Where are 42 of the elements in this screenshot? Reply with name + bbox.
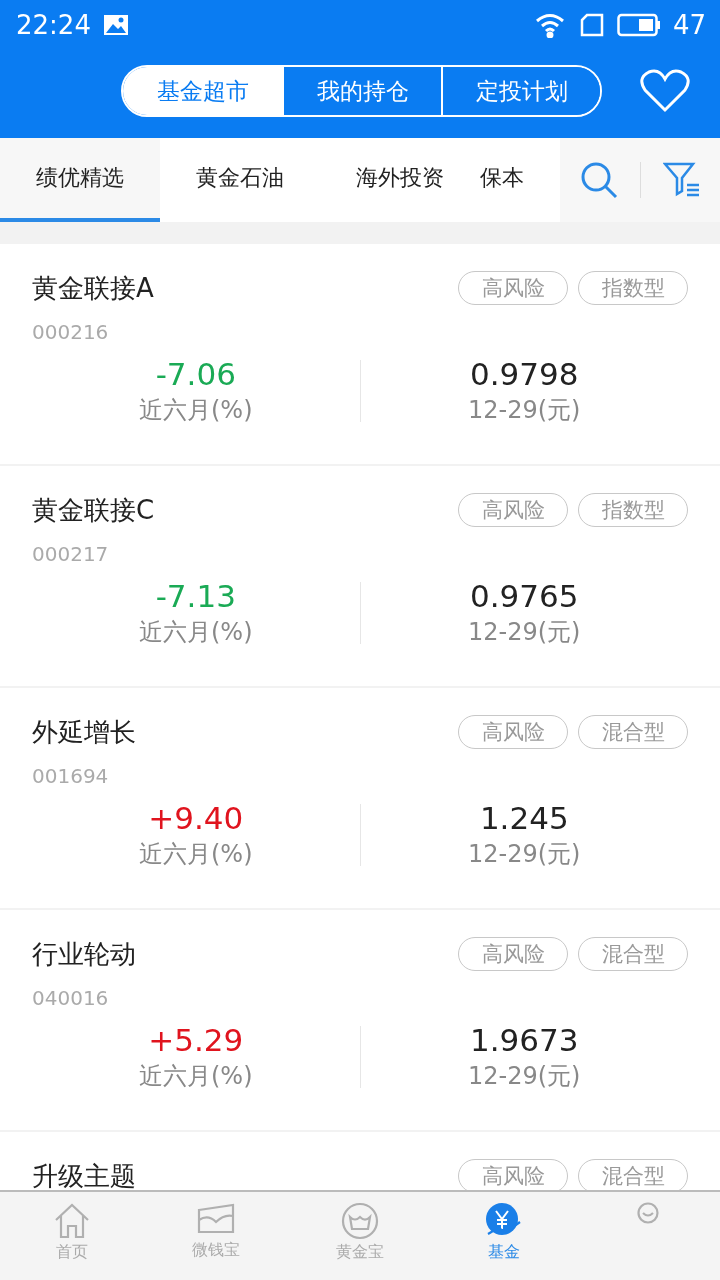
fund-code: 000216: [32, 320, 110, 346]
fund-code: 001694: [32, 764, 110, 790]
filter-icon[interactable]: [663, 161, 702, 199]
net-value-date: 12-29(元): [468, 1061, 581, 1092]
six-month-change: +9.40: [148, 800, 244, 836]
category-tab[interactable]: 绩优精选: [0, 138, 160, 222]
six-month-change: -7.06: [155, 356, 236, 392]
change-label: 近六月(%): [139, 839, 253, 870]
fund-name: 黄金联接A: [32, 271, 154, 305]
fund-card[interactable]: 升级主题 高风险 混合型: [0, 1132, 720, 1190]
net-value: 0.9765: [470, 578, 579, 614]
battery-icon: [616, 13, 661, 37]
fund-card[interactable]: 黄金联接C 高风险 指数型 000217 -7.13 近六月(%) 0.9765 12-29(元): [0, 466, 720, 686]
fund-code: 040016: [32, 986, 110, 1012]
fund-card[interactable]: 行业轮动 高风险 混合型 040016 +5.29 近六月(%) 1.9673 12-29(元): [0, 910, 720, 1130]
net-value: 0.9798: [470, 356, 579, 392]
six-month-change: -7.13: [155, 578, 236, 614]
sim-card-icon: [578, 13, 605, 37]
home-icon: [53, 1202, 91, 1240]
change-label: 近六月(%): [139, 617, 253, 648]
change-label: 近六月(%): [139, 395, 253, 426]
segment-tab[interactable]: 基金超市: [123, 67, 282, 115]
fund-card[interactable]: 黄金联接A 高风险 指数型 000216 -7.06 近六月(%) 0.9798 12-29(元): [0, 244, 720, 464]
battery-level: 47: [672, 10, 706, 40]
ingot-icon: [341, 1202, 379, 1240]
fund-card[interactable]: 外延增长 高风险 混合型 001694 +9.40 近六月(%) 1.245 12-29(元): [0, 688, 720, 908]
net-value-date: 12-29(元): [468, 839, 581, 870]
net-value: 1.245: [479, 800, 569, 836]
segment-tab[interactable]: 定投计划: [441, 67, 600, 115]
clock-time: 22:24: [16, 10, 91, 40]
fund-name: 行业轮动: [32, 937, 136, 971]
fund-name: 升级主题: [32, 1159, 136, 1190]
fund-code: 000217: [32, 542, 110, 568]
net-value-date: 12-29(元): [468, 395, 581, 426]
net-value-date: 12-29(元): [468, 617, 581, 648]
image-icon: [102, 14, 129, 36]
fund-name: 黄金联接C: [32, 493, 155, 527]
fund-name: 外延增长: [32, 715, 136, 749]
change-label: 近六月(%): [139, 1061, 253, 1092]
net-value: 1.9673: [470, 1022, 579, 1058]
six-month-change: +5.29: [148, 1022, 244, 1058]
heart-icon[interactable]: [640, 69, 690, 113]
